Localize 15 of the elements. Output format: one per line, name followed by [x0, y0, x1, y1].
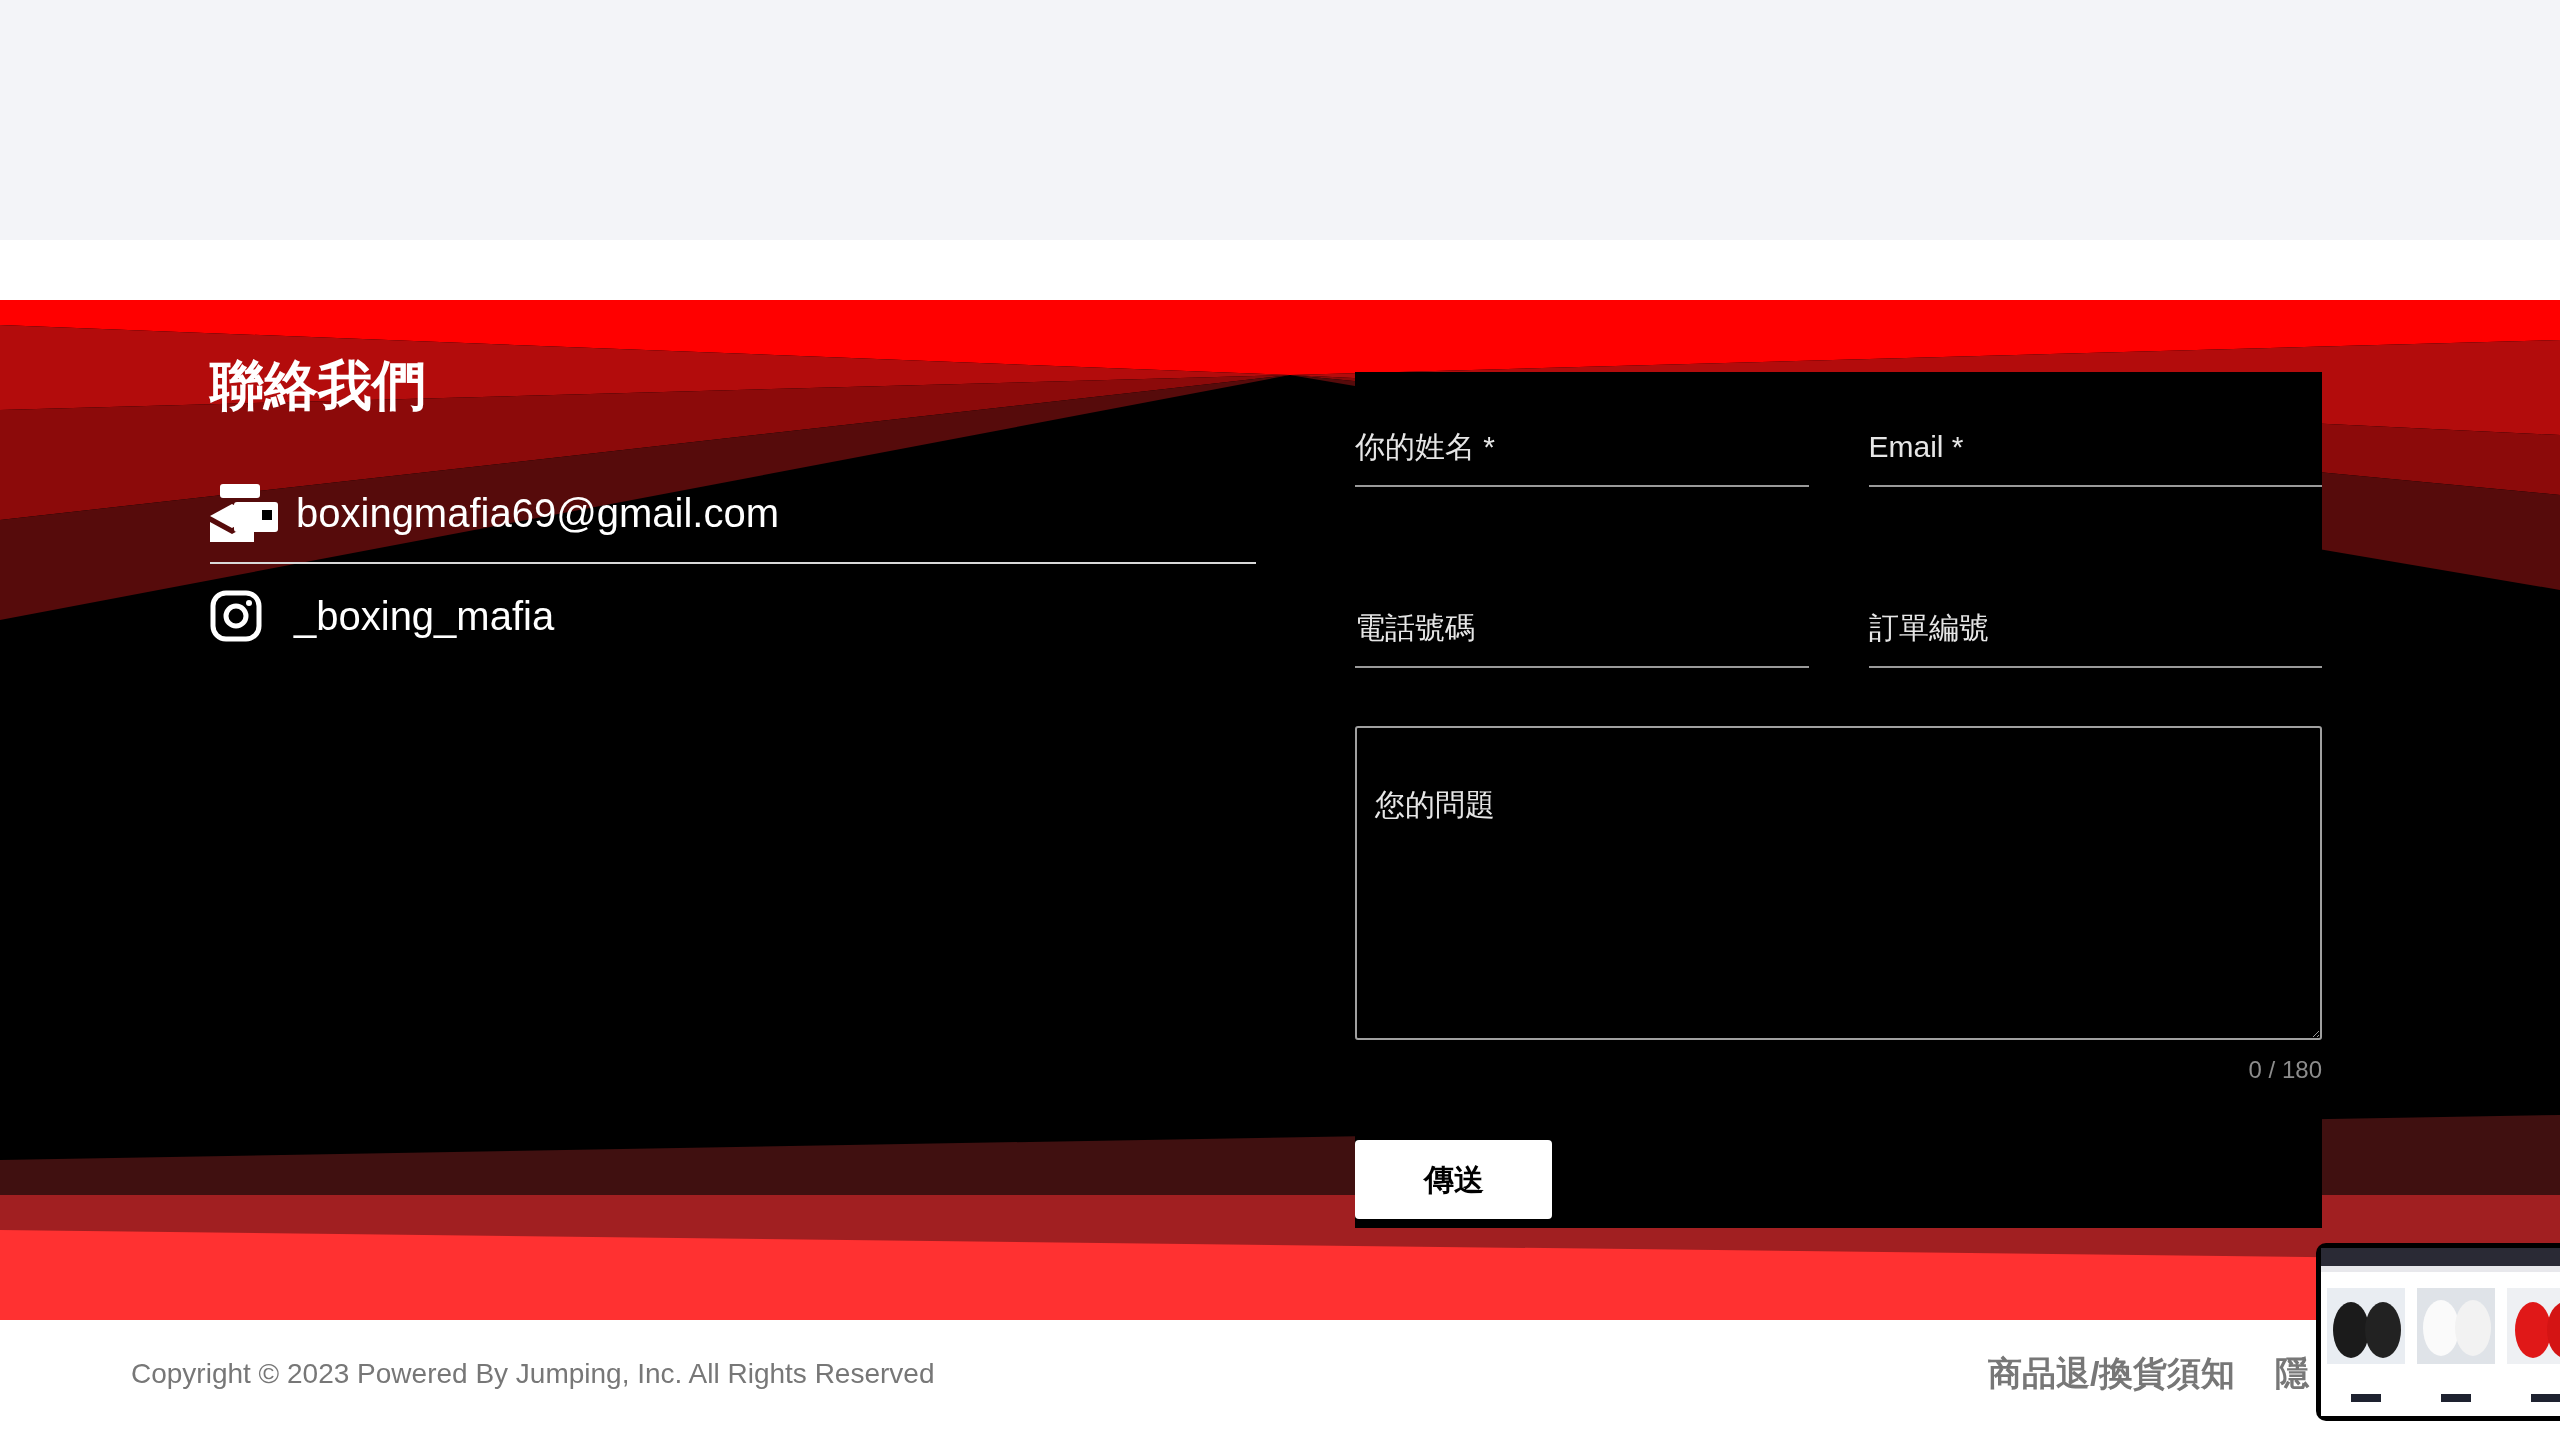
section-title: 聯絡我們	[210, 358, 426, 412]
input-field[interactable]: 電話號碼	[1355, 605, 1809, 668]
input-field[interactable]: 訂單編號	[1868, 605, 2322, 668]
send-button[interactable]: 傳送	[1355, 1140, 1552, 1219]
input-field[interactable]: 你的姓名 *	[1355, 424, 1809, 487]
instagram-icon	[210, 590, 262, 642]
footer-link[interactable]: 隱	[2275, 1348, 2310, 1399]
input-field[interactable]: Email *	[1868, 424, 2322, 487]
message-field[interactable]: 您的問題	[1355, 726, 2322, 1040]
instagram-link[interactable]: _boxing_mafia	[294, 596, 555, 636]
mail-card-icon	[210, 484, 278, 542]
email-link[interactable]: boxingmafia69@gmail.com	[296, 493, 780, 533]
character-counter: 0 / 180	[2248, 1055, 2322, 1085]
footer-link[interactable]: 商品退/換貨須知	[1988, 1348, 2236, 1399]
copyright-text: Copyright © 2023 Powered By Jumping, Inc. All Rights Reserved	[131, 1356, 935, 1391]
